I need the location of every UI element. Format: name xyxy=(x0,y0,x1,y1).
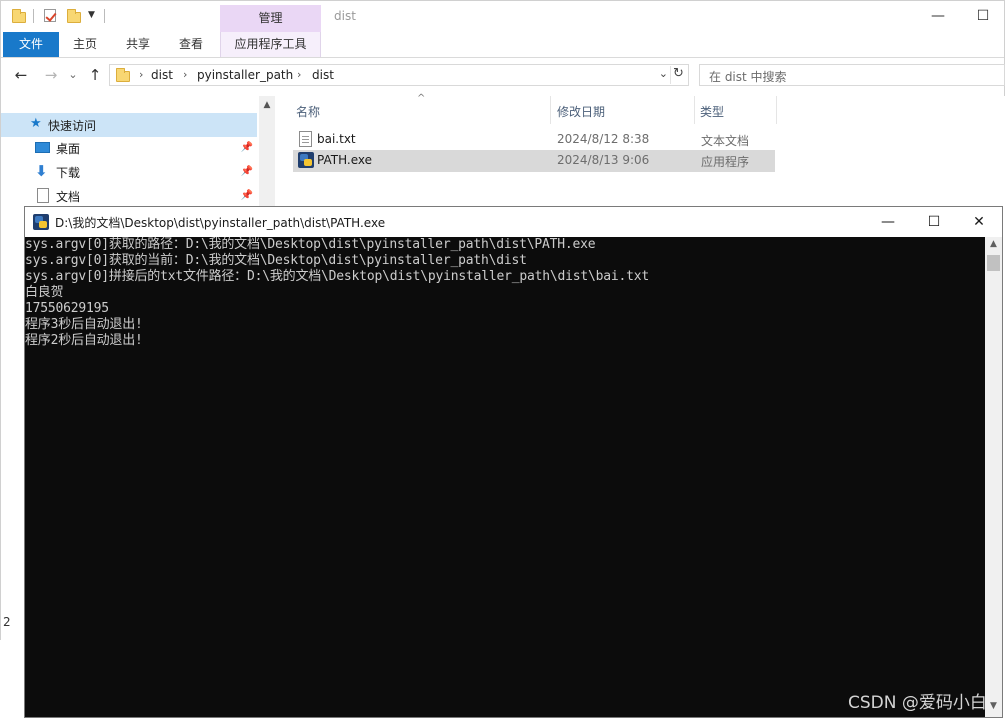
tab-home[interactable]: 主页 xyxy=(63,32,107,57)
window-title: dist xyxy=(334,9,356,23)
text-file-icon xyxy=(299,131,312,147)
sidebar-item-label: 下载 xyxy=(56,166,81,180)
file-date: 2024/8/13 9:06 xyxy=(557,153,650,167)
file-type: 文本文档 xyxy=(701,134,750,148)
manage-contextual-tab[interactable]: 管理 xyxy=(220,5,321,32)
file-name: PATH.exe xyxy=(317,153,372,167)
quick-access-dropdown-icon[interactable]: ▼ xyxy=(88,10,95,20)
column-headers: ^ 名称 修改日期 类型 xyxy=(277,93,777,124)
exe-icon xyxy=(298,152,314,168)
pin-icon[interactable]: 📌 xyxy=(241,166,253,177)
csdn-watermark: CSDN @爱码小白 xyxy=(848,693,987,713)
minimize-button[interactable]: — xyxy=(915,1,961,31)
console-scrollbar[interactable]: ▲ ▼ xyxy=(985,237,1002,717)
scroll-up-arrow-icon[interactable]: ▲ xyxy=(985,239,1002,253)
breadcrumb-dist[interactable]: dist xyxy=(151,68,173,82)
column-header-name[interactable]: 名称 xyxy=(296,103,320,120)
search-input[interactable]: 在 dist 中搜索 xyxy=(699,64,1005,86)
pin-icon[interactable]: 📌 xyxy=(241,190,253,201)
address-bar[interactable]: › dist › pyinstaller_path › dist ⌄ ↻ xyxy=(109,64,689,86)
console-minimize-button[interactable]: — xyxy=(865,207,911,237)
properties-check-icon[interactable] xyxy=(44,9,58,23)
download-icon: ⬇ xyxy=(35,162,48,180)
toolbar-divider xyxy=(33,9,34,23)
tab-view[interactable]: 查看 xyxy=(169,32,213,57)
tab-application-tools[interactable]: 应用程序工具 xyxy=(220,32,321,57)
explorer-title-bar: ▼ 管理 dist — ☐ xyxy=(1,1,1004,33)
ribbon-tab-bar: 文件 主页 共享 查看 应用程序工具 xyxy=(1,32,1004,58)
scroll-up-arrow-icon[interactable]: ▲ xyxy=(259,96,275,114)
breadcrumb-separator-icon[interactable]: › xyxy=(139,68,143,81)
scroll-down-arrow-icon[interactable]: ▼ xyxy=(985,701,1002,715)
status-bar-item-count: 2 xyxy=(3,615,11,629)
console-line: sys.argv[0]获取的路径：D:\我的文档\Desktop\dist\py… xyxy=(25,237,596,252)
breadcrumb-separator-icon[interactable]: › xyxy=(183,68,187,81)
console-line: sys.argv[0]拼接后的txt文件路径：D:\我的文档\Desktop\d… xyxy=(25,269,649,284)
exe-icon xyxy=(33,214,49,230)
console-output[interactable]: sys.argv[0]获取的路径：D:\我的文档\Desktop\dist\py… xyxy=(25,237,985,717)
file-type: 应用程序 xyxy=(701,155,750,169)
document-icon xyxy=(37,188,49,203)
file-date: 2024/8/12 8:38 xyxy=(557,132,650,146)
tab-share[interactable]: 共享 xyxy=(116,32,160,57)
sidebar-item-documents[interactable]: 文档 📌 xyxy=(1,184,257,208)
desktop-icon xyxy=(35,142,50,153)
console-line: 程序2秒后自动退出! xyxy=(25,333,143,348)
up-button[interactable]: ↑ xyxy=(85,65,105,85)
scrollbar-thumb[interactable] xyxy=(987,255,1000,271)
forward-button[interactable]: → xyxy=(41,65,61,85)
console-line: sys.argv[0]获取的当前：D:\我的文档\Desktop\dist\py… xyxy=(25,253,527,268)
navigation-bar: ← → ⌄ ↑ › dist › pyinstaller_path › dist… xyxy=(1,59,1005,92)
sidebar-item-label: 快速访问 xyxy=(48,119,97,133)
sidebar-item-label: 桌面 xyxy=(56,142,81,156)
new-folder-icon[interactable] xyxy=(67,9,81,23)
column-divider[interactable] xyxy=(776,96,777,124)
folder-icon xyxy=(116,68,130,82)
console-line: 程序3秒后自动退出! xyxy=(25,317,143,332)
console-window: D:\我的文档\Desktop\dist\pyinstaller_path\di… xyxy=(24,206,1003,718)
file-name: bai.txt xyxy=(317,132,356,146)
breadcrumb-pyinstaller-path[interactable]: pyinstaller_path xyxy=(197,68,293,82)
console-line: 17550629195 xyxy=(25,301,109,316)
tab-file[interactable]: 文件 xyxy=(3,32,59,57)
file-row-bai-txt[interactable]: bai.txt 2024/8/12 8:38 文本文档 xyxy=(293,129,775,151)
console-close-button[interactable]: ✕ xyxy=(956,207,1002,237)
pin-icon[interactable]: 📌 xyxy=(241,142,253,153)
address-dropdown-icon[interactable]: ⌄ xyxy=(659,67,668,80)
sidebar-item-quick-access[interactable]: ★ 快速访问 xyxy=(1,113,257,137)
console-line: 白良贺 xyxy=(25,285,64,300)
folder-icon xyxy=(11,9,26,23)
console-title: D:\我的文档\Desktop\dist\pyinstaller_path\di… xyxy=(55,216,386,230)
refresh-icon[interactable]: ↻ xyxy=(670,66,686,84)
star-icon: ★ xyxy=(30,116,42,131)
column-divider[interactable] xyxy=(550,96,551,124)
sidebar-item-label: 文档 xyxy=(56,190,81,204)
sidebar-item-desktop[interactable]: 桌面 📌 xyxy=(1,136,257,160)
breadcrumb-dist-current[interactable]: dist xyxy=(312,68,334,82)
back-button[interactable]: ← xyxy=(11,65,31,85)
console-title-bar[interactable]: D:\我的文档\Desktop\dist\pyinstaller_path\di… xyxy=(25,207,1002,237)
column-divider[interactable] xyxy=(694,96,695,124)
file-row-path-exe[interactable]: PATH.exe 2024/8/13 9:06 应用程序 xyxy=(293,150,775,172)
toolbar-divider xyxy=(104,9,105,23)
maximize-button[interactable]: ☐ xyxy=(960,1,1005,31)
sidebar-item-downloads[interactable]: ⬇ 下载 📌 xyxy=(1,160,257,184)
console-maximize-button[interactable]: ☐ xyxy=(911,207,957,237)
breadcrumb-separator-icon[interactable]: › xyxy=(297,68,301,81)
column-header-type[interactable]: 类型 xyxy=(700,103,724,120)
recent-locations-chevron-icon[interactable]: ⌄ xyxy=(63,65,83,85)
column-header-date[interactable]: 修改日期 xyxy=(557,103,605,120)
sort-ascending-icon: ^ xyxy=(417,93,426,104)
